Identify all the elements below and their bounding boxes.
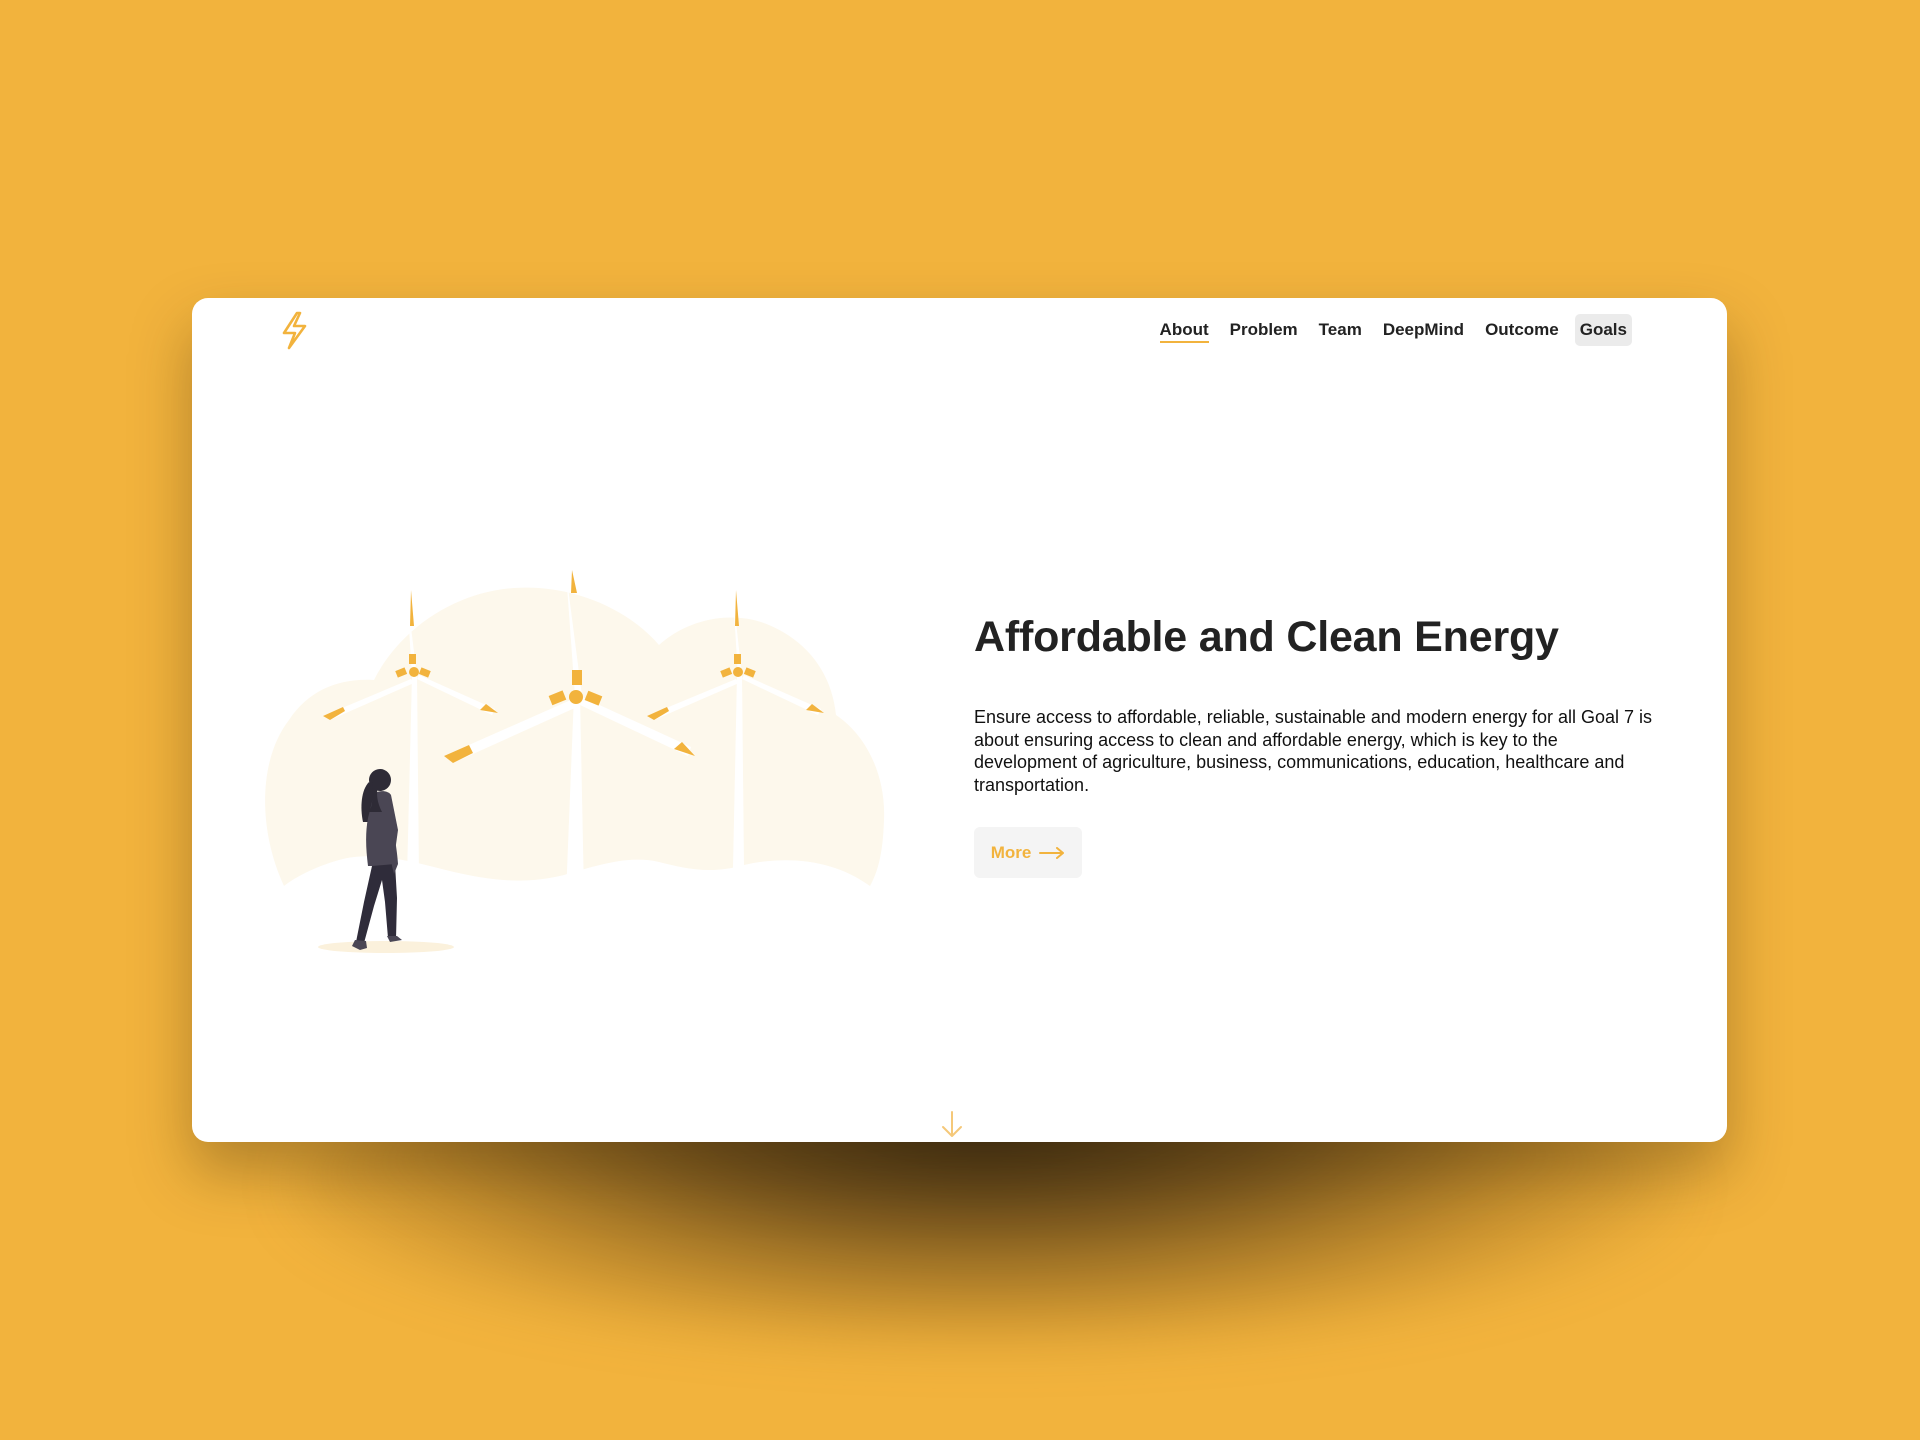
lightning-bolt-icon[interactable] bbox=[276, 308, 312, 352]
nav-item-team[interactable]: Team bbox=[1314, 314, 1367, 346]
arrow-down-icon[interactable] bbox=[939, 1110, 965, 1140]
nav-item-outcome[interactable]: Outcome bbox=[1480, 314, 1564, 346]
main-nav: About Problem Team DeepMind Outcome Goal… bbox=[1144, 314, 1632, 346]
more-button[interactable]: More bbox=[974, 827, 1082, 878]
nav-item-problem[interactable]: Problem bbox=[1225, 314, 1303, 346]
browser-window: About Problem Team DeepMind Outcome Goal… bbox=[192, 298, 1727, 1142]
more-button-label: More bbox=[990, 842, 1032, 862]
arrow-right-icon bbox=[1039, 846, 1065, 859]
nav-item-deepmind[interactable]: DeepMind bbox=[1378, 314, 1469, 346]
nav-item-goals[interactable]: Goals bbox=[1574, 314, 1632, 346]
hero-description: Ensure access to affordable, reliable, s… bbox=[974, 707, 1653, 795]
wind-turbines-illustration bbox=[265, 570, 885, 953]
hero-title: Affordable and Clean Energy bbox=[974, 613, 1559, 661]
nav-item-about[interactable]: About bbox=[1155, 314, 1214, 346]
